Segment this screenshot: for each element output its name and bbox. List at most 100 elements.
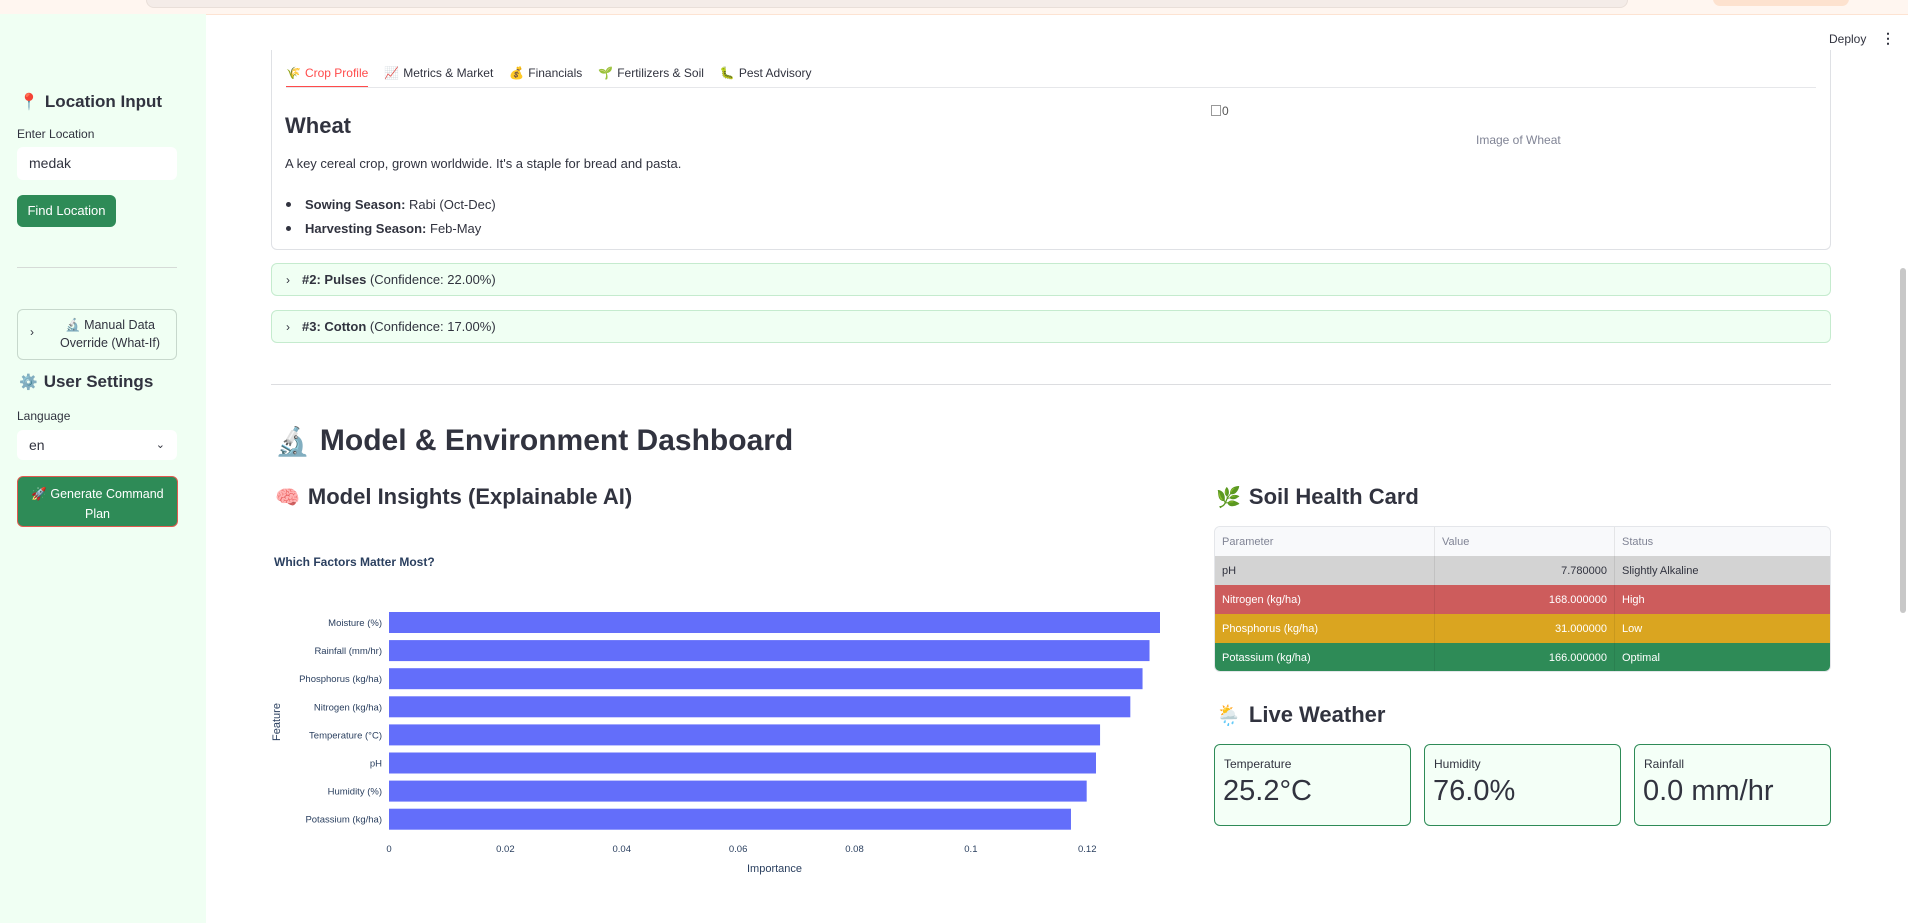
chevron-down-icon: ⌄ bbox=[155, 439, 165, 451]
find-location-button[interactable]: Find Location bbox=[17, 195, 116, 227]
override-label-line2: Override (What-If) bbox=[59, 336, 160, 350]
language-select[interactable]: en ⌄ bbox=[17, 430, 177, 460]
tab-label: Crop Profile bbox=[304, 66, 369, 80]
generate-line2: Plan bbox=[84, 507, 111, 521]
alternative-crop-expander[interactable]: › #2: Pulses (Confidence: 22.00%) bbox=[271, 263, 1831, 296]
insights-heading: 🧠 Model Insights (Explainable AI) bbox=[275, 484, 632, 510]
tab-label: Metrics & Market bbox=[403, 66, 494, 80]
tab-fertilizers-soil[interactable]: 🌱 Fertilizers & Soil bbox=[598, 60, 704, 86]
alternative-crop-expander[interactable]: › #3: Cotton (Confidence: 17.00%) bbox=[271, 310, 1831, 343]
feature-importance-chart: Moisture (%) Rainfall (mm/hr) Phosphorus (… bbox=[271, 612, 1160, 875]
language-label: Language bbox=[17, 409, 71, 423]
tab-label: Financials bbox=[528, 66, 583, 80]
cell-status: Optimal bbox=[1622, 651, 1660, 664]
metric-label: Rainfall bbox=[1644, 757, 1685, 771]
generate-plan-button[interactable]: 🚀 Generate Command Plan bbox=[17, 476, 178, 527]
harvest-label: Harvesting Season: bbox=[305, 220, 427, 236]
cell-value: 31.000000 bbox=[1435, 614, 1615, 643]
cell-status: Low bbox=[1622, 622, 1643, 635]
crop-seasons: Sowing Season: Rabi (Oct-Dec) Harvesting… bbox=[285, 192, 496, 240]
y-tick-label: Potassium (kg/ha) bbox=[305, 815, 382, 826]
chart-icon: 📈 bbox=[384, 66, 400, 80]
settings-heading-text: User Settings bbox=[43, 372, 154, 391]
sowing-season-item: Sowing Season: Rabi (Oct-Dec) bbox=[285, 192, 496, 216]
harvest-value: Feb-May bbox=[430, 220, 482, 236]
dashboard-title-text: Model & Environment Dashboard bbox=[319, 424, 794, 457]
tab-label: Fertilizers & Soil bbox=[617, 66, 704, 80]
metric-label: Temperature bbox=[1224, 757, 1292, 771]
gear-icon: ⚙️ bbox=[19, 374, 38, 391]
chevron-right-icon: › bbox=[286, 319, 290, 334]
override-label-line1: 🔬 Manual Data bbox=[65, 318, 155, 332]
y-tick-label: Nitrogen (kg/ha) bbox=[314, 702, 382, 713]
soil-heading: 🌿 Soil Health Card bbox=[1216, 484, 1419, 510]
cell-value: 7.780000 bbox=[1435, 556, 1615, 585]
image-alt-text: 0 bbox=[1222, 104, 1229, 118]
crop-tabs: 🌾 Crop Profile 📈 Metrics & Market 💰 Financi… bbox=[286, 60, 812, 88]
location-heading: 📍 Location Input bbox=[19, 92, 162, 112]
microscope-icon: 🔬 bbox=[275, 425, 310, 457]
section-divider bbox=[271, 384, 1831, 385]
cell-value: 166.000000 bbox=[1435, 643, 1615, 671]
x-tick-label: 0 bbox=[386, 844, 391, 855]
weather-heading: 🌦️ Live Weather bbox=[1216, 702, 1385, 728]
metric-value: 0.0 mm/hr bbox=[1643, 775, 1774, 807]
dashboard-title: 🔬 Model & Environment Dashboard bbox=[275, 424, 793, 458]
humidity-metric: Humidity 76.0% bbox=[1424, 744, 1621, 826]
location-input[interactable]: medak bbox=[17, 147, 177, 180]
table-row: Phosphorus (kg/ha) 31.000000 Low bbox=[1215, 614, 1830, 643]
chart-bar bbox=[389, 724, 1101, 746]
crop-image: 0 bbox=[1211, 104, 1229, 118]
x-tick-label: 0.08 bbox=[845, 844, 864, 855]
brain-icon: 🧠 bbox=[275, 486, 300, 509]
cloud-rain-icon: 🌦️ bbox=[1216, 704, 1241, 727]
table-header-row: Parameter Value Status bbox=[1215, 527, 1830, 556]
metric-label: Humidity bbox=[1434, 757, 1481, 771]
herb-icon: 🌿 bbox=[1216, 486, 1241, 509]
cell-value: 168.000000 bbox=[1435, 585, 1615, 614]
weather-heading-text: Live Weather bbox=[1248, 702, 1386, 727]
x-tick-label: 0.04 bbox=[613, 844, 632, 855]
alt-confidence: (Confidence: 17.00%) bbox=[369, 319, 496, 334]
settings-heading: ⚙️ User Settings bbox=[19, 372, 153, 392]
header-parameter: Parameter bbox=[1215, 527, 1435, 556]
tab-crop-profile[interactable]: 🌾 Crop Profile bbox=[286, 60, 369, 88]
insights-heading-text: Model Insights (Explainable AI) bbox=[307, 484, 633, 509]
chart-bar bbox=[389, 640, 1150, 662]
deploy-button[interactable]: Deploy bbox=[1829, 32, 1866, 46]
cell-parameter: pH bbox=[1215, 556, 1435, 585]
alt-rank: #3: Cotton bbox=[302, 319, 367, 334]
table-row: pH 7.780000 Slightly Alkaline bbox=[1215, 556, 1830, 585]
soil-health-table: Parameter Value Status pH 7.780000 Slightl… bbox=[1214, 526, 1831, 672]
tab-metrics-market[interactable]: 📈 Metrics & Market bbox=[384, 60, 493, 86]
pin-icon: 📍 bbox=[19, 94, 39, 111]
alt-confidence: (Confidence: 22.00%) bbox=[369, 272, 496, 287]
cell-parameter: Potassium (kg/ha) bbox=[1215, 643, 1435, 671]
x-tick-label: 0.12 bbox=[1078, 844, 1097, 855]
kebab-icon[interactable]: ⋮ bbox=[1881, 30, 1895, 47]
seedling-icon: 🌱 bbox=[598, 66, 614, 80]
x-axis-label: Importance bbox=[747, 863, 802, 875]
tab-financials[interactable]: 💰 Financials bbox=[509, 60, 582, 86]
chevron-right-icon: › bbox=[286, 272, 290, 287]
header-value: Value bbox=[1435, 527, 1615, 556]
money-bag-icon: 💰 bbox=[509, 66, 525, 80]
tab-pest-advisory[interactable]: 🐛 Pest Advisory bbox=[720, 60, 812, 86]
cell-status: Slightly Alkaline bbox=[1622, 564, 1699, 577]
top-search-pill bbox=[146, 0, 1628, 8]
top-accent-pill bbox=[1713, 0, 1849, 6]
table-row: Potassium (kg/ha) 166.000000 Optimal bbox=[1215, 643, 1830, 671]
x-tick-label: 0.02 bbox=[496, 844, 515, 855]
language-value: en bbox=[29, 437, 45, 453]
sidebar-divider bbox=[17, 267, 177, 268]
image-caption: Image of Wheat bbox=[1476, 133, 1561, 147]
sidebar: 📍 Location Input Enter Location medak Fi… bbox=[0, 14, 206, 923]
table-row: Nitrogen (kg/ha) 168.000000 High bbox=[1215, 585, 1830, 614]
scrollbar[interactable] bbox=[1900, 268, 1906, 613]
x-tick-label: 0.1 bbox=[964, 844, 977, 855]
tab-label: Pest Advisory bbox=[738, 66, 812, 80]
y-tick-label: Humidity (%) bbox=[328, 787, 382, 798]
y-tick-label: Rainfall (mm/hr) bbox=[314, 646, 382, 657]
manual-override-expander[interactable]: › 🔬 Manual Data Override (What-If) bbox=[17, 309, 177, 360]
y-tick-label: pH bbox=[370, 759, 382, 770]
